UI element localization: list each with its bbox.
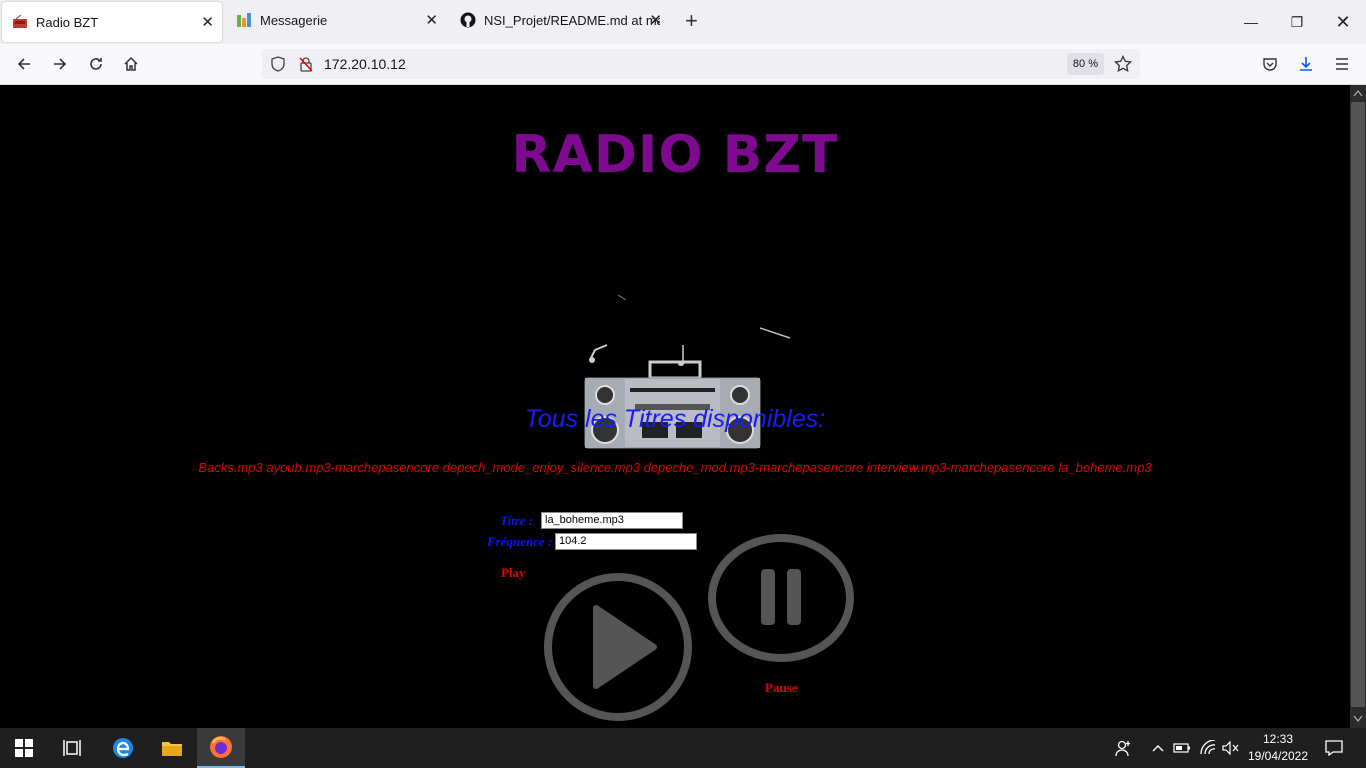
battery-icon	[1173, 743, 1190, 753]
messagerie-icon	[236, 12, 252, 28]
start-button[interactable]	[0, 728, 48, 768]
scrollbar-thumb[interactable]	[1351, 102, 1365, 707]
scroll-up-icon[interactable]	[1353, 89, 1363, 97]
reload-button[interactable]	[84, 52, 108, 76]
url-text: 172.20.10.12	[324, 56, 406, 72]
titre-input[interactable]: la_boheme.mp3	[541, 512, 683, 529]
clock-date[interactable]: 19/04/2022	[1246, 749, 1310, 763]
windows-logo-icon	[15, 739, 33, 757]
frequence-input[interactable]: 104.2	[555, 533, 697, 550]
notification-icon	[1325, 740, 1343, 756]
battery-button[interactable]	[1170, 728, 1194, 768]
tab-title: Messagerie	[260, 12, 328, 28]
network-button[interactable]	[1196, 728, 1220, 768]
volume-button[interactable]	[1219, 728, 1243, 768]
downloads-button[interactable]	[1294, 52, 1318, 76]
wifi-icon	[1200, 740, 1216, 755]
people-button[interactable]	[1100, 728, 1148, 768]
page-title: RADIO BZT	[511, 125, 839, 185]
close-tab-icon[interactable]: ✕	[201, 13, 214, 31]
close-tab-icon[interactable]: ✕	[425, 11, 438, 29]
clock-time[interactable]: 12:33	[1250, 732, 1306, 746]
back-button[interactable]	[12, 52, 36, 76]
edge-button[interactable]	[99, 728, 147, 768]
people-icon	[1115, 740, 1130, 757]
titre-label: Titre :	[500, 513, 534, 528]
firefox-button[interactable]	[197, 728, 245, 768]
available-tracks-heading: Tous les Titres disponibles:	[524, 405, 826, 433]
windows-taskbar: 12:33 19/04/2022	[0, 728, 1366, 768]
nav-bar: 172.20.10.12 80 %	[0, 44, 1366, 85]
close-tab-icon[interactable]: ✕	[649, 11, 662, 29]
minimize-button[interactable]: —	[1228, 0, 1274, 44]
show-hidden-icons-button[interactable]	[1144, 728, 1172, 768]
notifications-button[interactable]	[1310, 728, 1358, 768]
close-window-button[interactable]: ✕	[1320, 0, 1366, 44]
tab-messagerie[interactable]: Messagerie ✕	[226, 0, 446, 40]
tab-bar: Radio BZT ✕ Messagerie ✕ NSI_Projet/READ…	[0, 0, 1366, 44]
pause-button[interactable]	[706, 533, 856, 663]
back-arrow-icon	[17, 58, 30, 70]
menu-button[interactable]	[1330, 52, 1354, 76]
task-view-icon	[63, 740, 81, 756]
forward-arrow-icon	[54, 58, 67, 70]
zoom-level[interactable]: 80 %	[1066, 53, 1104, 75]
scroll-down-icon[interactable]	[1353, 715, 1363, 723]
available-tracks-list: Backs.mp3 ayoub.mp3-marchepasencore depe…	[198, 460, 1152, 475]
reload-icon	[90, 58, 102, 70]
task-view-button[interactable]	[48, 728, 96, 768]
tab-radio-bzt[interactable]: Radio BZT ✕	[2, 2, 222, 42]
tab-github-readme[interactable]: NSI_Projet/README.md at main ✕	[450, 0, 670, 40]
chevron-up-icon	[1152, 745, 1164, 752]
url-bar[interactable]: 172.20.10.12 80 %	[262, 49, 1140, 79]
shield-icon[interactable]	[270, 56, 286, 72]
radio-icon	[12, 14, 28, 30]
play-button[interactable]	[541, 570, 695, 724]
edge-browser-icon	[113, 738, 133, 758]
file-explorer-button[interactable]	[148, 728, 196, 768]
page-content: RADIO BZT Tous les Titres disponibles: B…	[0, 85, 1350, 728]
folder-icon	[162, 742, 182, 756]
pocket-icon	[1263, 58, 1277, 71]
forward-button[interactable]	[48, 52, 72, 76]
bookmark-star-icon[interactable]	[1114, 55, 1132, 73]
restore-button[interactable]: ❐	[1274, 0, 1320, 44]
github-icon	[460, 12, 476, 28]
home-button[interactable]	[119, 52, 143, 76]
new-tab-button[interactable]: +	[685, 10, 698, 32]
tab-title: Radio BZT	[36, 14, 99, 30]
firefox-icon	[210, 736, 232, 758]
insecure-lock-icon[interactable]	[298, 56, 314, 72]
tab-title: NSI_Projet/README.md at main	[484, 12, 660, 28]
pause-label: Pause	[765, 680, 798, 695]
home-icon	[124, 56, 138, 71]
play-label: Play	[501, 565, 526, 580]
frequence-label: Fréquence :	[487, 534, 553, 549]
pocket-button[interactable]	[1258, 52, 1282, 76]
volume-muted-icon	[1222, 741, 1239, 755]
hamburger-menu-icon	[1336, 58, 1348, 70]
download-icon	[1300, 57, 1312, 71]
